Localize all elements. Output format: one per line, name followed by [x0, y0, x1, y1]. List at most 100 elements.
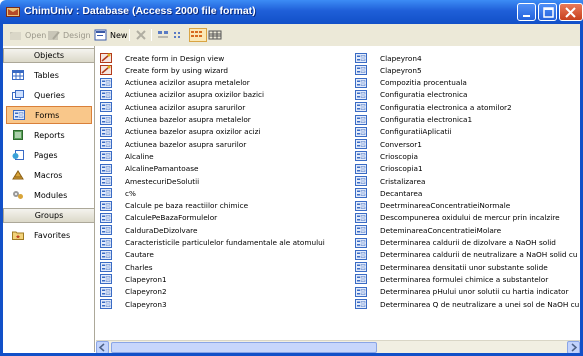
module-icon	[10, 188, 26, 202]
form-icon	[100, 89, 112, 100]
list-item[interactable]: Clapeyron4	[355, 52, 422, 64]
list-item[interactable]: Determinarea densitatii unor substante s…	[355, 261, 548, 273]
minimize-button[interactable]	[517, 3, 536, 21]
list-item[interactable]: Actiunea acizilor asupra metalelor	[100, 77, 250, 89]
macro-icon	[10, 168, 26, 182]
new-button[interactable]: New	[94, 28, 127, 42]
horizontal-scrollbar[interactable]	[96, 340, 580, 354]
list-item[interactable]: Actiunea bazelor asupra metalelor	[100, 114, 251, 126]
list-item[interactable]: Decantarea	[355, 187, 422, 199]
title-bar[interactable]: ChimUniv : Database (Access 2000 file fo…	[0, 0, 583, 24]
delete-icon	[136, 30, 146, 40]
list-item[interactable]: Determinarea caldurii de dizolvare a NaO…	[355, 237, 556, 249]
form-icon	[355, 126, 367, 137]
list-item[interactable]: Descompunerea oxidului de mercur prin in…	[355, 212, 560, 224]
form-icon	[100, 176, 112, 186]
groups-header[interactable]: Groups	[3, 208, 95, 223]
form-icon	[100, 274, 112, 285]
list-item[interactable]: Determinarea formulei chimice a substant…	[355, 273, 548, 285]
form-icon	[355, 262, 367, 273]
list-item-label: Crioscopia	[380, 151, 418, 161]
list-item[interactable]: Clapeyron5	[355, 64, 422, 76]
delete-button[interactable]	[135, 28, 149, 42]
close-button[interactable]	[559, 3, 583, 21]
list-view-button[interactable]	[189, 28, 207, 42]
objects-bar: Objects Tables Queries Forms Reports Pag…	[3, 46, 95, 352]
objects-item-reports[interactable]: Reports	[6, 126, 92, 144]
design-button[interactable]: Design	[47, 28, 91, 42]
list-item[interactable]: Actiunea acizilor asupra sarurilor	[100, 101, 245, 113]
list-item-label: Conversor1	[380, 139, 422, 149]
access-key-icon	[6, 7, 20, 17]
list-item[interactable]: Determinarea pHului unor solutii cu hart…	[355, 286, 568, 298]
list-item[interactable]: Determinarea Q de neutralizare a unei so…	[355, 298, 580, 310]
list-item[interactable]: ConfiguratiiAplicatii	[355, 126, 452, 138]
objects-item-label: Tables	[34, 70, 59, 80]
list-item[interactable]: Actiunea acizilor asupra oxizilor bazici	[100, 89, 264, 101]
large-icons-button[interactable]	[157, 28, 172, 42]
form-icon	[355, 163, 367, 174]
list-item-label: Clapeyron4	[380, 53, 422, 63]
list-item[interactable]: Configuratia electronica a atomilor2	[355, 101, 512, 113]
list-item-label: Alcaline	[125, 151, 154, 161]
form-icon	[355, 286, 367, 297]
list-item[interactable]: AmestecuriDeSolutii	[100, 175, 199, 187]
list-item[interactable]: AlcalinePamantoase	[100, 163, 199, 175]
form-icon	[355, 176, 367, 186]
objects-item-tables[interactable]: Tables	[6, 66, 92, 84]
list-item-label: Clapeyron5	[380, 65, 422, 75]
objects-item-macros[interactable]: Macros	[6, 166, 92, 184]
list-item[interactable]: Clapeyron3	[100, 298, 167, 310]
maximize-icon	[543, 7, 554, 18]
list-item[interactable]: Actiunea bazelor asupra sarurilor	[100, 138, 246, 150]
list-item[interactable]: Cautare	[100, 249, 154, 261]
list-item[interactable]: c%	[100, 187, 136, 199]
list-item[interactable]: Determinarea caldurii de neutralizare a …	[355, 249, 580, 261]
list-item[interactable]: DeetrminareaConcentratieiNormale	[355, 200, 510, 212]
list-item[interactable]: Compozitia procentuala	[355, 77, 467, 89]
list-item[interactable]: Charles	[100, 261, 153, 273]
list-item-label: AmestecuriDeSolutii	[125, 176, 200, 186]
form-icon	[100, 163, 112, 174]
list-item[interactable]: DeteminareaConcentratieiMolare	[355, 224, 501, 236]
open-label: Open	[25, 30, 47, 40]
list-item[interactable]: Crioscopia	[355, 150, 418, 162]
form-icon	[355, 114, 367, 125]
form-icon	[11, 108, 27, 122]
list-item[interactable]: Configuratia electronica	[355, 89, 468, 101]
minimize-icon	[523, 15, 530, 17]
form-icon	[355, 102, 367, 113]
details-view-button[interactable]	[208, 28, 224, 42]
list-item[interactable]: Alcaline	[100, 150, 154, 162]
list-item[interactable]: CalculePeBazaFormulelor	[100, 212, 217, 224]
list-item[interactable]: Caracteristicile particulelor fundamenta…	[100, 237, 325, 249]
list-item[interactable]: Create form by using wizard	[100, 64, 228, 76]
scroll-thumb[interactable]	[111, 342, 377, 353]
list-item[interactable]: Cristalizarea	[355, 175, 425, 187]
objects-item-label: Modules	[34, 190, 68, 200]
objects-item-pages[interactable]: Pages	[6, 146, 92, 164]
favorites-label: Favorites	[34, 230, 71, 240]
list-item[interactable]: CalduraDeDizolvare	[100, 224, 198, 236]
list-item[interactable]: Clapeyron2	[100, 286, 167, 298]
list-item[interactable]: Clapeyron1	[100, 273, 167, 285]
objects-item-queries[interactable]: Queries	[6, 86, 92, 104]
small-icons-button[interactable]	[173, 28, 188, 42]
form-icon	[355, 225, 367, 236]
list-item[interactable]: Actiunea bazelor asupra oxizilor acizi	[100, 126, 260, 138]
list-item-label: c%	[125, 188, 136, 198]
list-item[interactable]: Conversor1	[355, 138, 422, 150]
list-item-label: Determinarea caldurii de neutralizare a …	[380, 250, 580, 260]
list-item[interactable]: Create form in Design view	[100, 52, 224, 64]
objects-item-modules[interactable]: Modules	[6, 186, 92, 204]
objects-item-forms[interactable]: Forms	[6, 106, 92, 124]
list-item[interactable]: Calcule pe baza reactiilor chimice	[100, 200, 248, 212]
list-item[interactable]: Crioscopia1	[355, 163, 423, 175]
maximize-button[interactable]	[538, 3, 557, 21]
objects-item-label: Macros	[34, 170, 63, 180]
list-item-label: Caracteristicile particulelor fundamenta…	[125, 238, 325, 247]
list-item[interactable]: Configuratia electronica1	[355, 114, 472, 126]
groups-item-favorites[interactable]: Favorites	[6, 226, 92, 244]
open-button[interactable]: Open	[9, 28, 46, 42]
objects-header[interactable]: Objects	[3, 48, 95, 63]
